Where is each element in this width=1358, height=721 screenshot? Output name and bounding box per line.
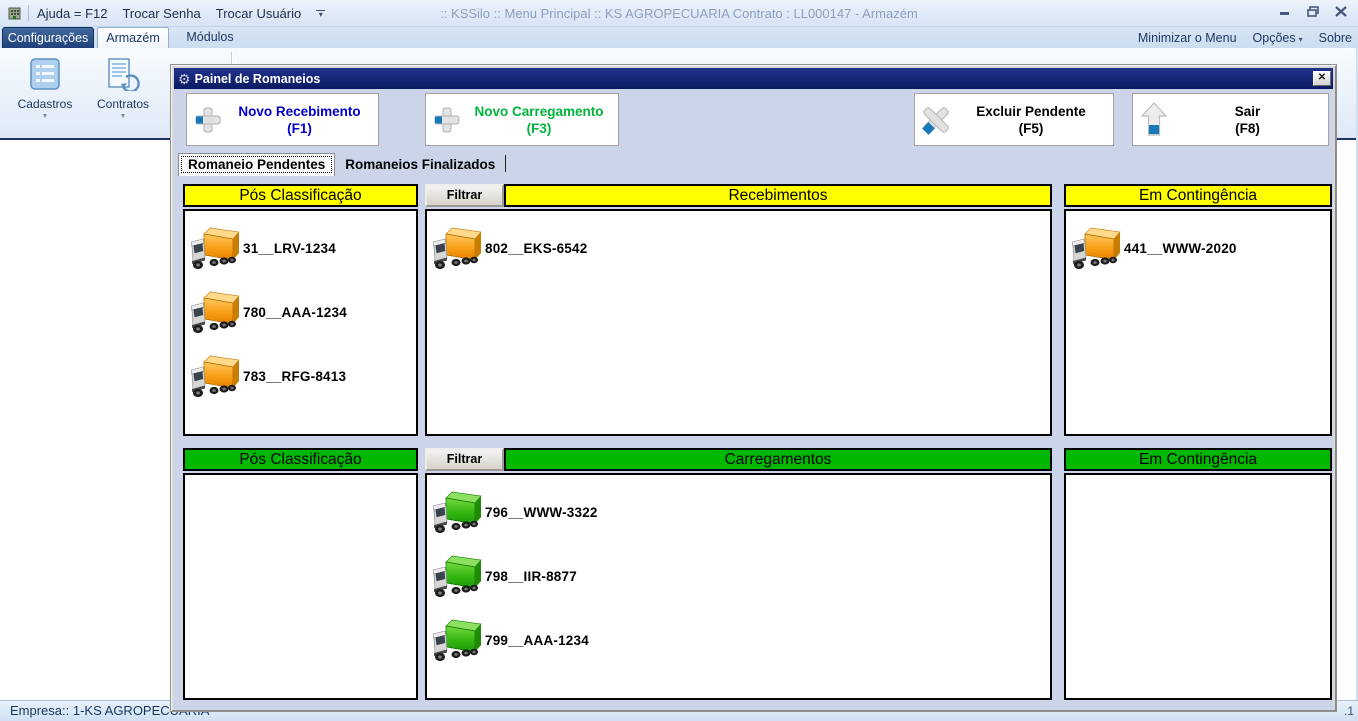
tab-configuracoes[interactable]: Configurações (2, 27, 94, 48)
truck-orange-icon (189, 353, 241, 399)
dialog-close-button[interactable]: ✕ (1313, 71, 1331, 86)
romaneio-label: 799__AAA-1234 (485, 633, 589, 648)
filtrar-recebimentos-button[interactable]: Filtrar (425, 184, 504, 207)
novo-carregamento-label: Novo Carregamento (474, 104, 603, 119)
cadastros-icon (28, 57, 62, 91)
restore-button[interactable] (1304, 4, 1322, 18)
truck-orange-icon (189, 225, 241, 271)
truck-orange-icon (431, 225, 483, 271)
close-button[interactable] (1332, 4, 1350, 18)
excluir-pendente-button[interactable]: Excluir Pendente (F5) (914, 93, 1114, 146)
menu-minimizar-o-menu[interactable]: Minimizar o Menu (1138, 31, 1237, 45)
quick-access-dropdown-icon[interactable]: ▾ (316, 10, 325, 19)
menu-ajuda[interactable]: Ajuda = F12 (37, 6, 107, 21)
tab-romaneios-finalizados[interactable]: Romaneios Finalizados (335, 154, 505, 176)
truck-green-icon (431, 553, 483, 599)
cadastros-label: Cadastros (18, 97, 73, 111)
truck-green-icon (431, 489, 483, 535)
romaneio-item[interactable]: 31__LRV-1234 (189, 216, 416, 280)
plus-icon (187, 104, 229, 136)
dialog-title: Painel de Romaneios (195, 72, 321, 86)
plus-icon (426, 104, 468, 136)
romaneio-item[interactable]: 441__WWW-2020 (1070, 216, 1330, 280)
contratos-button[interactable]: Contratos ▼ (90, 53, 156, 135)
romaneio-item[interactable]: 802__EKS-6542 (431, 216, 1050, 280)
novo-carregamento-button[interactable]: Novo Carregamento (F3) (425, 93, 619, 146)
minimize-button[interactable] (1276, 4, 1294, 18)
pos-classificacao-recebimentos-list[interactable]: 31__LRV-1234 780__AAA-1234 (183, 209, 418, 436)
header-pos-classificacao-recebimentos: Pós Classificação (183, 184, 418, 207)
delete-x-icon (915, 101, 957, 139)
truck-green-icon (431, 617, 483, 663)
romaneio-label: 783__RFG-8413 (243, 369, 346, 384)
truck-orange-icon (1070, 225, 1122, 271)
tab-modulos[interactable]: Módulos (172, 27, 248, 48)
recebimentos-list[interactable]: 802__EKS-6542 (425, 209, 1052, 436)
tab-romaneio-pendentes[interactable]: Romaneio Pendentes (178, 153, 335, 176)
opcoes-caret-icon: ▾ (1299, 35, 1303, 44)
romaneio-item[interactable]: 783__RFG-8413 (189, 344, 416, 408)
truck-orange-icon (189, 289, 241, 335)
menu-opcoes[interactable]: Opções▾ (1253, 31, 1303, 45)
painel-de-romaneios-dialog: ⚙ Painel de Romaneios ✕ Novo Recebimento… (170, 64, 1337, 712)
gear-icon: ⚙ (178, 72, 191, 86)
contratos-icon (105, 57, 141, 91)
filtrar-carregamentos-button[interactable]: Filtrar (425, 448, 504, 471)
romaneio-label: 798__IIR-8877 (485, 569, 577, 584)
romaneio-item[interactable]: 796__WWW-3322 (431, 480, 1050, 544)
menu-trocar-usuario[interactable]: Trocar Usuário (216, 6, 301, 21)
romaneio-label: 31__LRV-1234 (243, 241, 336, 256)
sair-button[interactable]: Sair (F8) (1132, 93, 1329, 146)
contratos-label: Contratos (97, 97, 149, 111)
dialog-titlebar[interactable]: ⚙ Painel de Romaneios ✕ (174, 68, 1333, 89)
novo-recebimento-button[interactable]: Novo Recebimento (F1) (186, 93, 379, 146)
menu-sobre[interactable]: Sobre (1319, 31, 1352, 45)
header-carregamentos: Carregamentos (504, 448, 1052, 471)
romaneio-item[interactable]: 799__AAA-1234 (431, 608, 1050, 672)
excluir-pendente-key: (F5) (1019, 121, 1044, 136)
romaneio-item[interactable]: 798__IIR-8877 (431, 544, 1050, 608)
excluir-pendente-label: Excluir Pendente (976, 104, 1086, 119)
status-version: .1 (1344, 701, 1354, 721)
romaneio-label: 802__EKS-6542 (485, 241, 587, 256)
carregamentos-list[interactable]: 796__WWW-3322 798__IIR-8877 (425, 473, 1052, 700)
dialog-tab-strip: Romaneio Pendentes Romaneios Finalizados (178, 150, 506, 176)
app-icon (7, 5, 23, 21)
sair-key: (F8) (1235, 121, 1260, 136)
window-titlebar: Ajuda = F12 Trocar Senha Trocar Usuário … (0, 0, 1358, 27)
em-contingencia-recebimentos-list[interactable]: 441__WWW-2020 (1064, 209, 1332, 436)
header-recebimentos: Recebimentos (504, 184, 1052, 207)
cadastros-button[interactable]: Cadastros ▼ (12, 53, 78, 135)
romaneio-item[interactable]: 780__AAA-1234 (189, 280, 416, 344)
header-em-contingencia-carregamentos: Em Contingência (1064, 448, 1332, 471)
sair-label: Sair (1235, 104, 1261, 119)
pos-classificacao-carregamentos-list[interactable] (183, 473, 418, 700)
romaneio-label: 796__WWW-3322 (485, 505, 598, 520)
menu-trocar-senha[interactable]: Trocar Senha (122, 6, 200, 21)
ribbon-tab-row: Configurações Armazém Módulos Minimizar … (0, 27, 1358, 48)
contratos-dropdown-icon: ▼ (120, 113, 127, 120)
header-em-contingencia-recebimentos: Em Contingência (1064, 184, 1332, 207)
quick-access-separator (28, 5, 29, 21)
tab-divider (505, 155, 506, 172)
novo-recebimento-key: (F1) (287, 121, 312, 136)
em-contingencia-carregamentos-list[interactable] (1064, 473, 1332, 700)
novo-carregamento-key: (F3) (527, 121, 552, 136)
dialog-client: Novo Recebimento (F1) Novo Carregamento … (174, 89, 1333, 710)
romaneio-label: 780__AAA-1234 (243, 305, 347, 320)
tab-armazem[interactable]: Armazém (97, 27, 169, 48)
arrow-up-icon (1133, 101, 1175, 139)
cadastros-dropdown-icon: ▼ (42, 113, 49, 120)
novo-recebimento-label: Novo Recebimento (238, 104, 360, 119)
header-pos-classificacao-carregamentos: Pós Classificação (183, 448, 418, 471)
romaneio-label: 441__WWW-2020 (1124, 241, 1237, 256)
